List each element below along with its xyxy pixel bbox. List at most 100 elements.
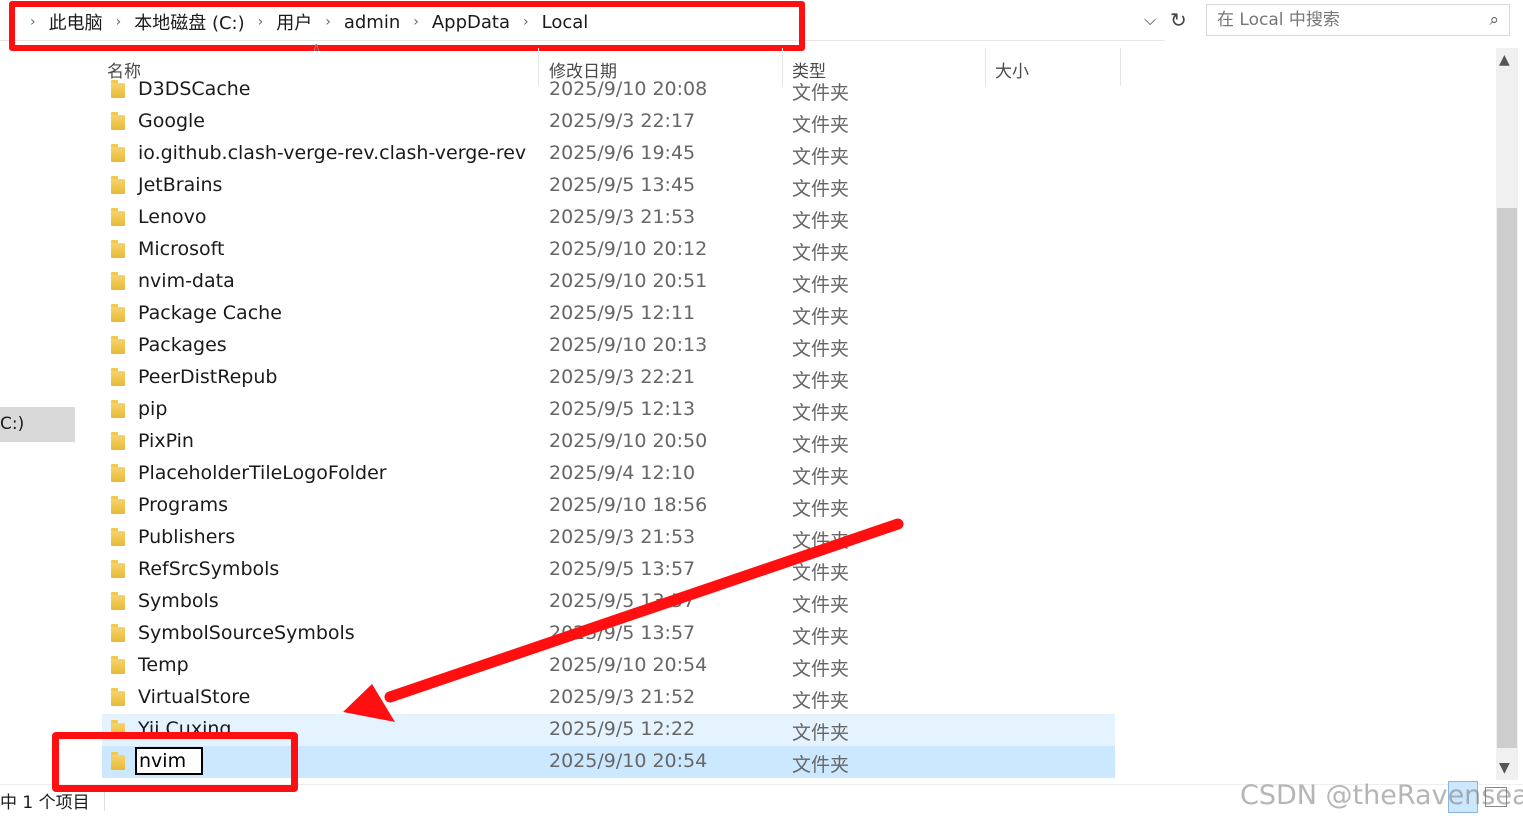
folder-icon [111, 80, 125, 98]
breadcrumb: › 此电脑 › 本地磁盘 (C:) › 用户 › admin › AppData… [30, 9, 588, 35]
file-name: PeerDistRepub [138, 366, 278, 388]
file-type: 文件夹 [792, 178, 850, 200]
file-name: Temp [138, 654, 189, 676]
file-row[interactable]: Symbols 2025/9/5 13:57 文件夹 [102, 586, 1115, 618]
search-box[interactable]: ⌕ [1206, 4, 1510, 36]
file-row[interactable]: PlaceholderTileLogoFolder 2025/9/4 12:10 文… [102, 458, 1115, 490]
folder-icon [111, 720, 125, 738]
file-type: 文件夹 [792, 82, 850, 104]
file-row[interactable]: Packages 2025/9/10 20:13 文件夹 [102, 330, 1115, 362]
file-date: 2025/9/5 13:57 [549, 590, 696, 612]
vertical-scrollbar[interactable]: ▲ ▼ [1496, 48, 1518, 780]
file-type: 文件夹 [792, 146, 850, 168]
column-divider[interactable] [1120, 48, 1121, 86]
file-date: 2025/9/6 19:45 [549, 142, 696, 164]
chevron-right-icon[interactable]: › [523, 14, 529, 30]
file-date: 2025/9/10 20:08 [549, 78, 708, 100]
breadcrumb-local-disk[interactable]: 本地磁盘 (C:) [134, 9, 244, 35]
search-input[interactable] [1215, 8, 1469, 32]
file-name: Package Cache [138, 302, 282, 324]
chevron-down-icon[interactable]: ⌵ [1144, 10, 1156, 30]
file-date: 2025/9/5 12:22 [549, 718, 696, 740]
file-type: 文件夹 [792, 338, 850, 360]
folder-icon [111, 624, 125, 642]
file-row[interactable]: RefSrcSymbols 2025/9/5 13:57 文件夹 [102, 554, 1115, 586]
file-row[interactable]: SymbolSourceSymbols 2025/9/5 13:57 文件夹 [102, 618, 1115, 650]
folder-icon [111, 528, 125, 546]
nav-item-local-disk[interactable]: C:) [0, 407, 75, 442]
file-name: SymbolSourceSymbols [138, 622, 355, 644]
folder-icon [111, 752, 125, 770]
rename-input[interactable] [135, 747, 203, 775]
file-name: D3DSCache [138, 78, 251, 100]
file-row[interactable]: pip 2025/9/5 12:13 文件夹 [102, 394, 1115, 426]
file-type: 文件夹 [792, 658, 850, 680]
folder-icon [111, 240, 125, 258]
file-row[interactable]: Publishers 2025/9/3 21:53 文件夹 [102, 522, 1115, 554]
file-type: 文件夹 [792, 434, 850, 456]
chevron-right-icon[interactable]: › [325, 14, 331, 30]
file-date: 2025/9/5 13:57 [549, 622, 696, 644]
file-list[interactable]: D3DSCache 2025/9/10 20:08 文件夹 Google 2025/9/… [102, 74, 1115, 779]
file-type: 文件夹 [792, 466, 850, 488]
scroll-down-icon[interactable]: ▼ [1499, 760, 1510, 776]
file-row[interactable]: io.github.clash-verge-rev.clash-verge-re… [102, 138, 1115, 170]
folder-icon [111, 112, 125, 130]
status-divider [104, 791, 105, 811]
watermark: CSDN @theRavensea [1240, 780, 1523, 811]
folder-icon [111, 432, 125, 450]
refresh-icon[interactable]: ↻ [1170, 8, 1187, 32]
chevron-right-icon[interactable]: › [30, 14, 36, 30]
address-bar[interactable]: › 此电脑 › 本地磁盘 (C:) › 用户 › admin › AppData… [0, 0, 1187, 51]
file-date: 2025/9/10 20:54 [549, 750, 708, 772]
file-type: 文件夹 [792, 114, 850, 136]
file-row[interactable]: Microsoft 2025/9/10 20:12 文件夹 [102, 234, 1115, 266]
breadcrumb-this-pc[interactable]: 此电脑 [49, 9, 103, 35]
file-type: 文件夹 [792, 722, 850, 744]
breadcrumb-appdata[interactable]: AppData [432, 12, 510, 33]
file-date: 2025/9/3 21:53 [549, 526, 696, 548]
file-type: 文件夹 [792, 370, 850, 392]
folder-icon [111, 336, 125, 354]
chevron-right-icon[interactable]: › [116, 14, 122, 30]
file-row[interactable]: Temp 2025/9/10 20:54 文件夹 [102, 650, 1115, 682]
file-type: 文件夹 [792, 242, 850, 264]
file-type: 文件夹 [792, 530, 850, 552]
file-name: Microsoft [138, 238, 225, 260]
file-row[interactable]: nvim-data 2025/9/10 20:51 文件夹 [102, 266, 1115, 298]
file-date: 2025/9/5 12:13 [549, 398, 696, 420]
scrollbar-thumb[interactable] [1497, 208, 1517, 748]
breadcrumb-admin[interactable]: admin [344, 12, 400, 33]
file-type: 文件夹 [792, 594, 850, 616]
chevron-right-icon[interactable]: › [258, 14, 264, 30]
file-row[interactable]: PeerDistRepub 2025/9/3 22:21 文件夹 [102, 362, 1115, 394]
file-row[interactable]: Programs 2025/9/10 18:56 文件夹 [102, 490, 1115, 522]
file-date: 2025/9/4 12:10 [549, 462, 696, 484]
file-type: 文件夹 [792, 498, 850, 520]
file-row[interactable]: VirtualStore 2025/9/3 21:52 文件夹 [102, 682, 1115, 714]
file-row[interactable]: JetBrains 2025/9/5 13:45 文件夹 [102, 170, 1115, 202]
file-row[interactable]: Yii Cuxing 2025/9/5 12:22 文件夹 [102, 714, 1115, 746]
file-row[interactable]: Google 2025/9/3 22:17 文件夹 [102, 106, 1115, 138]
breadcrumb-local[interactable]: Local [542, 12, 589, 33]
scroll-up-icon[interactable]: ▲ [1499, 52, 1510, 68]
file-name: PixPin [138, 430, 194, 452]
status-item-count: 中 1 个项目 [0, 793, 90, 813]
breadcrumb-users[interactable]: 用户 [276, 9, 312, 35]
file-name: Publishers [138, 526, 236, 548]
file-row[interactable]: 2025/9/10 20:54 文件夹 [102, 746, 1115, 778]
file-row[interactable]: PixPin 2025/9/10 20:50 文件夹 [102, 426, 1115, 458]
file-name: Packages [138, 334, 227, 356]
file-date: 2025/9/10 18:56 [549, 494, 708, 516]
file-row[interactable]: Lenovo 2025/9/3 21:53 文件夹 [102, 202, 1115, 234]
file-date: 2025/9/3 21:52 [549, 686, 696, 708]
file-date: 2025/9/5 12:11 [549, 302, 696, 324]
chevron-right-icon[interactable]: › [413, 14, 419, 30]
file-row[interactable]: D3DSCache 2025/9/10 20:08 文件夹 [102, 74, 1115, 106]
file-type: 文件夹 [792, 306, 850, 328]
file-name: Symbols [138, 590, 219, 612]
file-name: io.github.clash-verge-rev.clash-verge-re… [138, 142, 527, 164]
search-icon[interactable]: ⌕ [1489, 10, 1499, 30]
file-row[interactable]: Package Cache 2025/9/5 12:11 文件夹 [102, 298, 1115, 330]
folder-icon [111, 592, 125, 610]
